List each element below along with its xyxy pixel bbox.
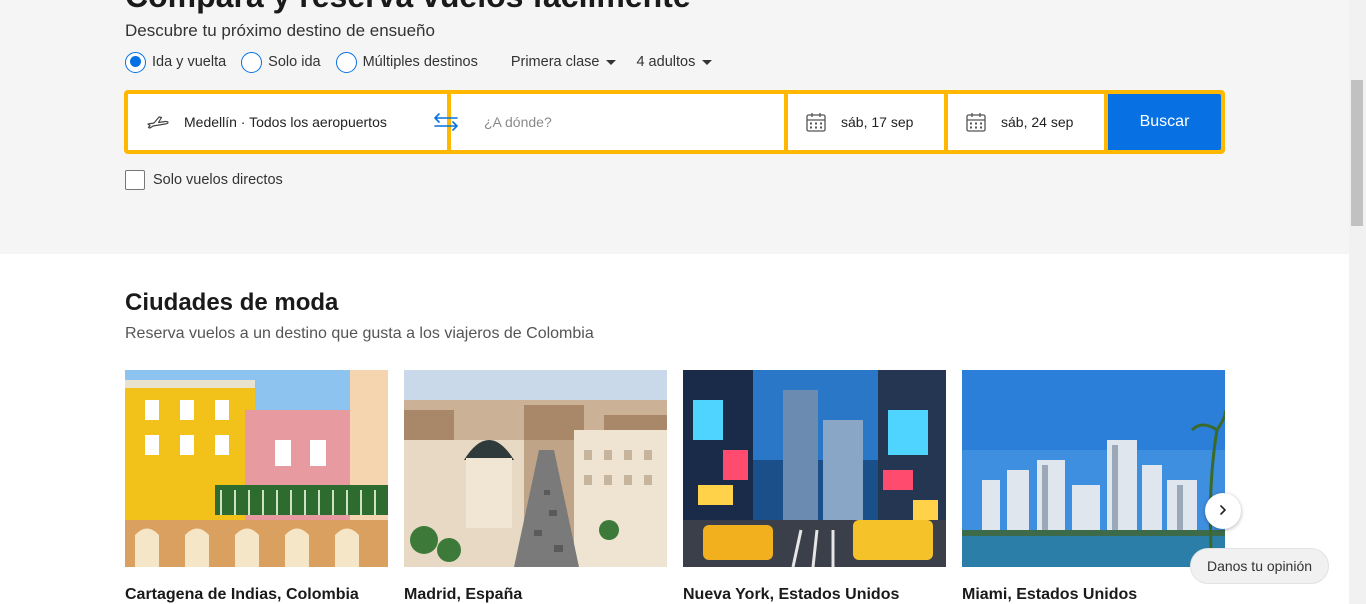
scrollbar-thumb[interactable] bbox=[1351, 80, 1363, 226]
city-card[interactable]: Miami, Estados Unidos bbox=[962, 370, 1225, 603]
direct-flights-option[interactable]: Solo vuelos directos bbox=[125, 170, 283, 190]
caret-down-icon bbox=[606, 59, 617, 65]
city-card[interactable]: Nueva York, Estados Unidos bbox=[683, 370, 946, 603]
city-image[interactable] bbox=[962, 370, 1225, 567]
calendar-icon bbox=[805, 111, 827, 133]
radio-unchecked[interactable] bbox=[335, 51, 357, 73]
city-name[interactable]: Nueva York, Estados Unidos bbox=[683, 586, 899, 604]
origin-field[interactable]: Medellín · Todos los aeropuertos bbox=[128, 94, 447, 150]
city-name[interactable]: Miami, Estados Unidos bbox=[962, 586, 1137, 604]
caret-down-icon bbox=[702, 59, 713, 65]
city-name[interactable]: Madrid, España bbox=[404, 586, 522, 604]
trip-type-roundtrip[interactable]: Ida y vuelta bbox=[125, 51, 227, 73]
trip-type-multicity[interactable]: Múltiples destinos bbox=[335, 51, 478, 73]
city-image[interactable] bbox=[683, 370, 946, 567]
trip-type-label: Múltiples destinos bbox=[362, 54, 478, 70]
passengers-dropdown[interactable]: 4 adultos bbox=[636, 54, 713, 70]
chevron-right-icon bbox=[1217, 504, 1229, 519]
depart-date-value: sáb, 17 sep bbox=[841, 114, 914, 130]
carousel-next-button[interactable] bbox=[1205, 493, 1241, 529]
city-card[interactable]: Cartagena de Indias, Colombia bbox=[125, 370, 388, 603]
search-hero: Compara y reserva vuelos fácilmente Desc… bbox=[0, 0, 1349, 254]
city-image[interactable] bbox=[404, 370, 667, 567]
radio-checked[interactable] bbox=[125, 51, 146, 73]
cabin-class-dropdown[interactable]: Primera clase bbox=[511, 54, 617, 70]
search-button[interactable]: Buscar bbox=[1108, 94, 1221, 150]
return-date-field[interactable]: sáb, 24 sep bbox=[948, 94, 1104, 150]
direct-flights-label: Solo vuelos directos bbox=[153, 172, 283, 188]
trip-type-selector: Ida y vuelta Solo ida Múltiples destinos… bbox=[125, 51, 713, 73]
calendar-icon bbox=[965, 111, 987, 133]
radio-unchecked[interactable] bbox=[241, 51, 263, 73]
direct-flights-checkbox[interactable] bbox=[125, 170, 145, 190]
plane-icon bbox=[146, 113, 170, 131]
page-title: Compara y reserva vuelos fácilmente bbox=[125, 0, 691, 15]
trending-title: Ciudades de moda bbox=[125, 289, 339, 316]
swap-icon[interactable] bbox=[433, 110, 459, 134]
trip-type-label: Solo ida bbox=[268, 54, 321, 70]
city-card[interactable]: Madrid, España bbox=[404, 370, 667, 603]
page-scrollbar[interactable] bbox=[1349, 0, 1366, 604]
flight-search-bar: Medellín · Todos los aeropuertos ¿A dónd… bbox=[124, 90, 1225, 154]
origin-value: Medellín · Todos los aeropuertos bbox=[184, 114, 387, 130]
passengers-value: 4 adultos bbox=[636, 54, 696, 70]
trip-type-label: Ida y vuelta bbox=[152, 54, 227, 70]
depart-date-field[interactable]: sáb, 17 sep bbox=[788, 94, 944, 150]
trending-subtitle: Reserva vuelos a un destino que gusta a … bbox=[125, 325, 594, 342]
return-date-value: sáb, 24 sep bbox=[1001, 114, 1074, 130]
cabin-class-value: Primera clase bbox=[510, 54, 600, 70]
page-subtitle: Descubre tu próximo destino de ensueño bbox=[125, 21, 435, 40]
destination-placeholder: ¿A dónde? bbox=[484, 114, 552, 130]
city-image[interactable] bbox=[125, 370, 388, 567]
city-name[interactable]: Cartagena de Indias, Colombia bbox=[125, 586, 359, 604]
trip-type-oneway[interactable]: Solo ida bbox=[241, 51, 321, 73]
feedback-button[interactable]: Danos tu opinión bbox=[1190, 548, 1329, 584]
destination-field[interactable]: ¿A dónde? bbox=[451, 94, 784, 150]
